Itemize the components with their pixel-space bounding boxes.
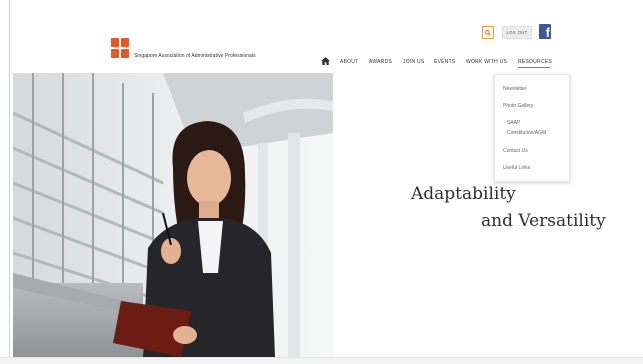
dropdown-item-photo-gallery[interactable]: Photo Gallery [503,102,533,111]
nav-join-us[interactable]: JOIN US [403,59,424,65]
dropdown-item-useful-links[interactable]: Useful Links [503,164,530,173]
hero-tagline-line2: and Versatility [481,211,606,231]
nav-work-with-us[interactable]: WORK WITH US [466,59,507,65]
nav-resources[interactable]: RESOURCES [518,59,552,65]
search-button[interactable] [482,26,494,39]
dropdown-item-saap[interactable]: SAAP [507,119,520,128]
dropdown-item-constitution[interactable]: Constitution/AGM [507,129,546,138]
nav-events[interactable]: EVENTS [434,59,456,65]
nav-active-indicator [518,67,550,68]
dropdown-item-newsletter[interactable]: Newsletter [503,85,527,94]
dropdown-item-contact-us[interactable]: Contact Us [503,147,528,156]
page-left-border [9,0,10,363]
home-icon[interactable] [321,57,330,65]
facebook-icon[interactable]: f [539,24,551,39]
logout-button[interactable]: LOG OUT [502,26,532,39]
nav-about[interactable]: ABOUT [340,59,358,65]
saap-logo[interactable] [111,38,129,58]
resources-dropdown: Newsletter Photo Gallery SAAP Constituti… [494,74,570,182]
hero-photo [13,73,333,357]
search-icon [485,29,491,36]
hero-tagline-line1: Adaptability [411,184,516,204]
main-nav: ABOUT AWARDS JOIN US EVENTS WORK WITH US… [0,57,643,67]
nav-awards[interactable]: AWARDS [369,59,392,65]
